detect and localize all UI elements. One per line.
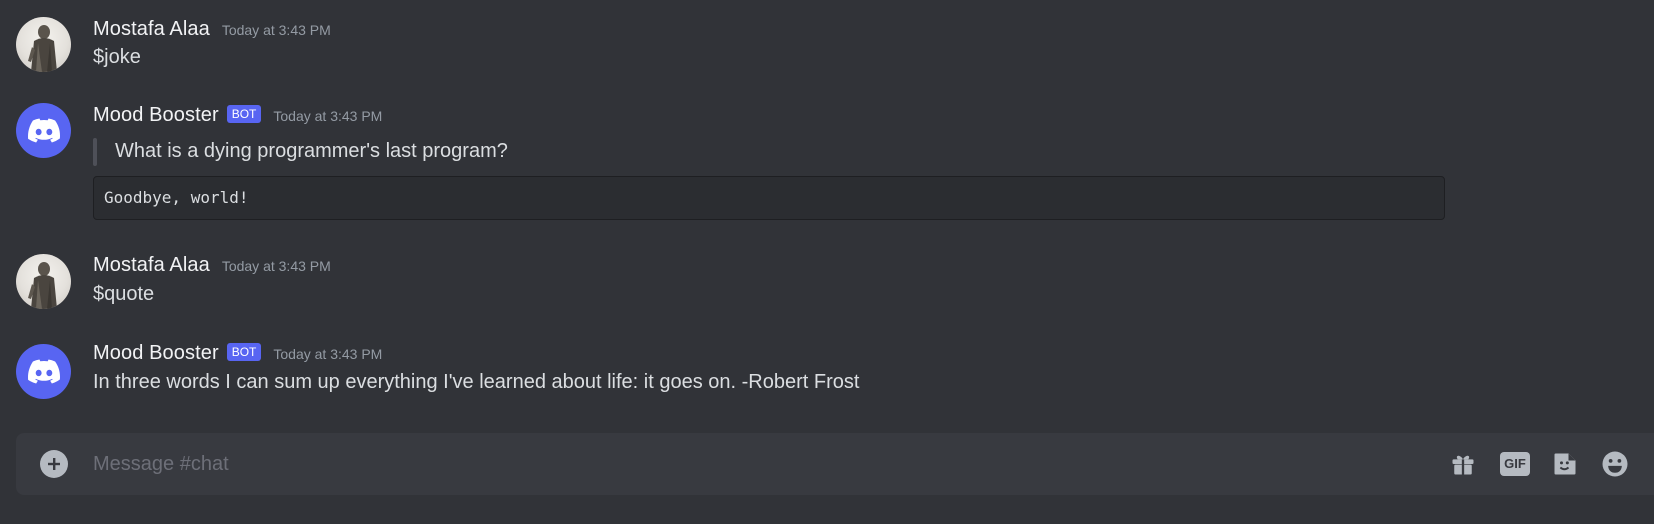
emoji-icon [1602, 451, 1628, 477]
user-avatar-image [28, 262, 57, 309]
emoji-button[interactable] [1599, 448, 1631, 480]
bot-badge: BOT [226, 343, 262, 361]
blockquote-text: What is a dying programmer's last progra… [115, 140, 508, 162]
user-avatar[interactable] [16, 17, 71, 72]
code-block: Goodbye, world! [93, 176, 1445, 220]
timestamp: Today at 3:43 PM [221, 258, 331, 274]
chat-view: Mostafa Alaa Today at 3:43 PM $joke Mood… [0, 0, 1654, 524]
message-input[interactable] [93, 448, 1293, 480]
user-avatar-image [28, 25, 57, 72]
timestamp: Today at 3:43 PM [273, 108, 383, 124]
bot-badge: BOT [226, 105, 262, 123]
gif-button[interactable]: GIF [1499, 448, 1531, 480]
author-name[interactable]: Mostafa Alaa [93, 18, 210, 41]
gift-icon [1452, 455, 1474, 475]
upload-button[interactable] [40, 450, 68, 478]
author-name[interactable]: Mood Booster [93, 342, 219, 365]
bot-avatar[interactable] [16, 103, 71, 158]
author-name[interactable]: Mood Booster [93, 104, 219, 127]
sticker-icon [1554, 453, 1576, 475]
author-name[interactable]: Mostafa Alaa [93, 254, 210, 277]
message-text: $quote [93, 283, 155, 305]
message-composer: GIF [16, 433, 1654, 495]
blockquote-bar [93, 138, 97, 166]
timestamp: Today at 3:43 PM [273, 346, 383, 362]
message-text: In three words I can sum up everything I… [93, 371, 860, 393]
user-avatar[interactable] [16, 254, 71, 309]
timestamp: Today at 3:43 PM [221, 22, 331, 38]
gift-button[interactable] [1447, 448, 1479, 480]
sticker-button[interactable] [1549, 448, 1581, 480]
message-text: $joke [93, 46, 141, 68]
discord-logo-icon [27, 118, 60, 143]
gif-icon: GIF [1500, 452, 1530, 476]
discord-logo-icon [27, 359, 60, 384]
bot-avatar[interactable] [16, 344, 71, 399]
plus-circle-icon [48, 458, 60, 470]
